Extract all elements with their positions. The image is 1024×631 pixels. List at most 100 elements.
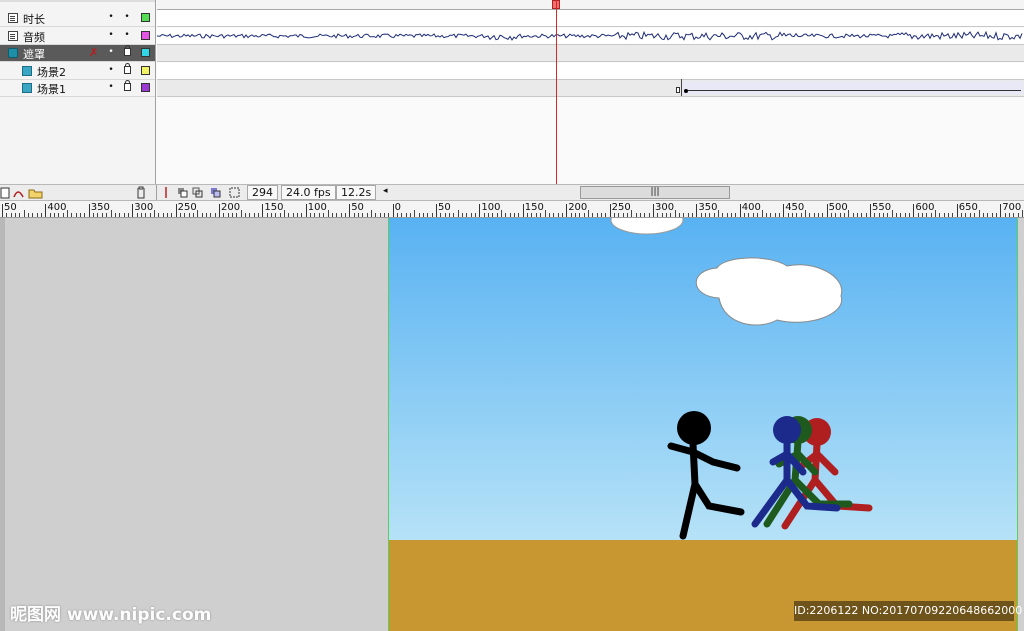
ruler-minor-tick — [166, 213, 168, 217]
ruler-tick — [2, 204, 3, 217]
lock-dot-icon[interactable]: • — [123, 31, 131, 40]
ruler-minor-tick — [830, 213, 832, 217]
modify-onion-markers-icon[interactable] — [229, 187, 240, 198]
empty-frames-area[interactable] — [157, 97, 1024, 184]
ruler-minor-tick — [379, 213, 381, 217]
ruler-tick — [479, 204, 481, 217]
visibility-dot-icon[interactable]: • — [107, 48, 115, 57]
frame-row-audio[interactable] — [157, 28, 1024, 45]
cloud[interactable] — [695, 257, 843, 326]
ruler-minor-tick — [540, 213, 542, 217]
ruler-label: 550 — [872, 202, 892, 213]
stick-figure-black[interactable] — [667, 411, 745, 540]
ruler-minor-tick — [631, 210, 633, 217]
layer-name: 场景1 — [37, 83, 66, 96]
ruler-label: 250 — [177, 202, 197, 213]
ruler-minor-tick — [935, 210, 937, 217]
ruler-minor-tick — [236, 213, 238, 217]
ruler-minor-tick — [344, 213, 346, 217]
stage-canvas[interactable] — [388, 218, 1018, 631]
ruler-minor-tick — [596, 213, 598, 217]
ruler-minor-tick — [570, 213, 572, 217]
ruler-minor-tick — [579, 213, 581, 217]
ruler-minor-tick — [297, 213, 299, 217]
elapsed-time-field[interactable]: 12.2s — [336, 185, 377, 200]
visibility-dot-icon[interactable]: • — [107, 83, 115, 92]
ruler-minor-tick — [713, 213, 715, 217]
frame-rate-field[interactable]: 24.0 fps — [281, 185, 336, 200]
ruler-minor-tick — [939, 213, 941, 217]
scroll-left-arrow-icon[interactable]: ◂ — [383, 186, 388, 196]
frames-grid[interactable] — [157, 0, 1024, 184]
onion-outline-icon[interactable] — [192, 187, 203, 198]
ruler-minor-tick — [310, 213, 312, 217]
masked-layer-icon — [22, 66, 32, 76]
ruler-minor-tick — [644, 213, 646, 217]
visibility-dot-icon[interactable]: • — [107, 31, 115, 40]
ruler-minor-tick — [353, 213, 355, 217]
ruler-minor-tick — [718, 210, 720, 217]
visibility-dot-icon[interactable]: • — [107, 66, 115, 75]
trash-icon[interactable] — [135, 186, 147, 199]
cloud-top[interactable] — [610, 218, 684, 235]
ruler-label: 150 — [264, 202, 284, 213]
playhead-line[interactable] — [556, 0, 557, 184]
frame-ruler[interactable] — [157, 0, 1024, 10]
frame-row-mask[interactable] — [157, 45, 1024, 62]
motion-guide-icon[interactable] — [13, 191, 24, 198]
ruler-label: 400 — [741, 202, 761, 213]
ruler-minor-tick — [422, 213, 424, 217]
horizontal-scrollbar-thumb[interactable]: ||| — [580, 186, 730, 199]
ruler-minor-tick — [839, 213, 841, 217]
ruler-tick — [436, 204, 437, 217]
frame-row-scene1[interactable] — [157, 79, 1024, 97]
masked-layer-icon — [22, 83, 32, 93]
frame-row-duration[interactable] — [157, 10, 1024, 27]
tween-span[interactable] — [683, 81, 1023, 94]
ruler-minor-tick — [149, 213, 151, 217]
ruler-minor-tick — [444, 213, 446, 217]
ruler-minor-tick — [618, 213, 620, 217]
ruler-minor-tick — [787, 213, 789, 217]
layer-row-scene2[interactable]: 场景2 • — [0, 63, 155, 80]
lock-icon[interactable] — [124, 63, 131, 74]
lock-icon[interactable] — [124, 80, 131, 91]
frame-row-scene2[interactable] — [157, 63, 1024, 80]
ruler-minor-tick — [318, 213, 320, 217]
layer-row-scene1[interactable]: 场景1 • — [0, 80, 155, 97]
layer-tools — [0, 187, 43, 199]
ruler-label: 200 — [221, 202, 241, 213]
ruler-tick — [392, 204, 394, 217]
ruler-minor-tick — [835, 213, 837, 217]
layer-color-swatch[interactable] — [141, 66, 150, 75]
ruler-minor-tick — [852, 213, 854, 217]
ruler-minor-tick — [114, 213, 116, 217]
audio-waveform — [157, 30, 1023, 41]
ruler-tick — [783, 204, 785, 217]
ruler-minor-tick — [635, 213, 637, 217]
layer-color-swatch[interactable] — [141, 48, 150, 57]
layer-row-mask[interactable]: 遮罩 ✗ • — [0, 45, 155, 62]
insert-folder-icon[interactable] — [28, 189, 43, 199]
empty-keyframe-icon[interactable] — [676, 87, 680, 93]
ruler-ticks: 50 400 350 300 250 200 150 100 50 0 50 100 150 200 250… — [0, 201, 1024, 217]
edit-multiple-frames-icon[interactable] — [211, 188, 221, 198]
visibility-dot-icon[interactable]: • — [107, 13, 115, 22]
layer-color-swatch[interactable] — [141, 13, 150, 22]
timeline-status-bar: 294 24.0 fps 12.2s ◂ ||| — [0, 184, 1024, 201]
lock-icon[interactable] — [124, 45, 131, 56]
layer-row-duration[interactable]: 时长 • • — [0, 10, 155, 27]
insert-layer-icon[interactable] — [0, 187, 10, 199]
ruler-minor-tick — [553, 213, 555, 217]
layer-color-swatch[interactable] — [141, 83, 150, 92]
ruler-minor-tick — [735, 213, 737, 217]
ruler-tick — [132, 204, 134, 217]
ruler-minor-tick — [483, 213, 485, 217]
layer-row-audio[interactable]: 音频 • • — [0, 28, 155, 45]
ruler-minor-tick — [952, 213, 954, 217]
current-frame-field[interactable]: 294 — [247, 185, 278, 200]
lock-dot-icon[interactable]: • — [123, 13, 131, 22]
onion-skin-icon[interactable] — [178, 188, 188, 198]
ruler-minor-tick — [804, 210, 806, 217]
layer-color-swatch[interactable] — [141, 31, 150, 40]
